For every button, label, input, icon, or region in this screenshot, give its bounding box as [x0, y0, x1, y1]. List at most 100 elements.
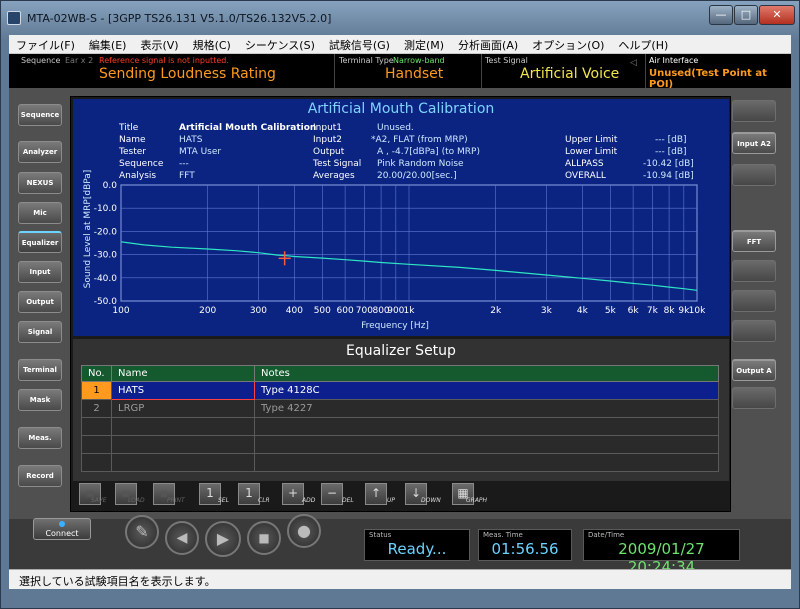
menu-standard[interactable]: 規格(C) [186, 35, 238, 53]
x-tick-label: 400 [286, 306, 303, 316]
up-arrow-icon[interactable]: ↑ [365, 483, 387, 505]
menu-analysis[interactable]: 分析画面(A) [451, 35, 525, 53]
row-name [111, 453, 255, 472]
x-tick-label: 3k [541, 306, 553, 316]
signal-value: Artificial Voice [520, 66, 620, 82]
table-row[interactable] [81, 435, 719, 454]
output-a-button[interactable]: Output A [732, 359, 776, 381]
sequence-header: Sequence [21, 56, 61, 65]
row-name [111, 435, 255, 454]
row-notes: Type 4128C [254, 381, 719, 400]
y-tick-label: -10.0 [94, 204, 118, 214]
maximize-button[interactable]: □ [734, 5, 758, 25]
right-slot-5[interactable] [732, 260, 776, 282]
menu-options[interactable]: オプション(O) [525, 35, 611, 53]
signal-header: Test Signal [485, 56, 528, 65]
sequence-button[interactable]: Sequence [18, 104, 62, 126]
equalizer-button[interactable]: Equalizer [18, 231, 62, 253]
meas-time-value: 01:56.56 [491, 540, 559, 558]
minimize-button[interactable]: — [709, 5, 733, 25]
menu-test-signal[interactable]: 試験信号(G) [322, 35, 397, 53]
clr-button[interactable]: 1 [238, 483, 260, 505]
mask-button[interactable]: Mask [18, 389, 62, 411]
close-button[interactable]: ✕ [759, 5, 795, 25]
status-value: Ready... [387, 540, 447, 558]
connect-button[interactable]: Connect [33, 518, 91, 540]
menu-file[interactable]: ファイル(F) [9, 35, 82, 53]
row-notes [254, 417, 719, 436]
terminal-header: Terminal Type [339, 56, 394, 65]
app-window: MTA-02WB-S - [3GPP TS26.131 V5.1.0/TS26.… [0, 0, 800, 609]
row-notes: Type 4227 [254, 399, 719, 418]
speaker-icon[interactable]: ◀ [165, 521, 199, 555]
right-slot-7[interactable] [732, 320, 776, 342]
del-label: DEL [342, 497, 354, 504]
menu-measure[interactable]: 測定(M) [397, 35, 451, 53]
play-icon[interactable]: ▶ [205, 521, 241, 557]
mic-icon[interactable]: ✎ [125, 515, 159, 549]
x-tick-label: 2k [490, 306, 502, 316]
x-tick-label: 8k [664, 306, 676, 316]
output-button[interactable]: Output [18, 291, 62, 313]
table-row[interactable] [81, 453, 719, 472]
x-tick-label: 300 [250, 306, 267, 316]
row-name: LRGP [111, 399, 255, 418]
graph-label: GRAPH [466, 497, 488, 504]
signal-button[interactable]: Signal [18, 321, 62, 343]
record-button[interactable]: Record [18, 465, 62, 487]
row-no: 1 [81, 381, 112, 400]
row-name [111, 417, 255, 436]
app-icon [7, 11, 21, 25]
fft-button[interactable]: FFT [732, 230, 776, 252]
connect-led-icon [59, 521, 65, 527]
reference-warning: Reference signal is not inputted. [99, 56, 229, 65]
record-icon[interactable]: ● [287, 514, 321, 548]
menu-help[interactable]: ヘルプ(H) [611, 35, 675, 53]
menu-edit[interactable]: 編集(E) [82, 35, 134, 53]
menu-view[interactable]: 表示(V) [133, 35, 185, 53]
analyzer-button[interactable]: Analyzer [18, 141, 62, 163]
x-tick-label: 500 [314, 306, 331, 316]
meas-button[interactable]: Meas. [18, 427, 62, 449]
x-tick-label: 7k [647, 306, 659, 316]
row-name: HATS [111, 381, 255, 400]
menu-sequence[interactable]: シーケンス(S) [238, 35, 322, 53]
table-row[interactable]: 2 LRGP Type 4227 [81, 399, 719, 418]
date-time-box: Date/Time 2009/01/27 20:24:34 [583, 529, 740, 576]
x-tick-label: 1k [404, 306, 416, 316]
table-row[interactable]: 1 HATS Type 4128C [81, 381, 719, 400]
right-slot-9[interactable] [732, 387, 776, 409]
del-icon[interactable]: − [321, 483, 343, 505]
add-icon[interactable]: + [282, 483, 304, 505]
y-tick-label: -20.0 [94, 227, 118, 237]
col-header-no: No. [81, 365, 112, 382]
info-bar: Sequence Ear x 2 Reference signal is not… [9, 54, 791, 90]
input-a2-button[interactable]: Input A2 [732, 132, 776, 154]
title-bar: MTA-02WB-S - [3GPP TS26.131 V5.1.0/TS26.… [1, 1, 799, 35]
y-axis-label: Sound Level at MRP[dBPa] [83, 170, 93, 289]
terminal-button[interactable]: Terminal [18, 359, 62, 381]
right-slot-1[interactable] [732, 100, 776, 122]
connect-label: Connect [45, 529, 79, 538]
frequency-response-chart[interactable]: 100 200 300 400 500 600 700 800900 1k 2k 3k 4k 5k 6k 7… [73, 99, 729, 336]
x-tick-label: 4k [577, 306, 589, 316]
down-label: DOWN [421, 497, 441, 504]
mic-button[interactable]: Mic [18, 202, 62, 224]
input-button[interactable]: Input [18, 261, 62, 283]
x-tick-label: 10k [689, 306, 706, 316]
right-slot-3[interactable] [732, 164, 776, 186]
graph-panel: Artificial Mouth Calibration Title Artif… [73, 99, 729, 336]
equalizer-setup-panel: Equalizer Setup No. Name Notes 1 HATS Ty… [73, 339, 729, 481]
terminal-value: Handset [385, 66, 444, 82]
stop-icon[interactable]: ■ [247, 521, 281, 555]
right-slot-6[interactable] [732, 290, 776, 312]
table-row[interactable] [81, 417, 719, 436]
air-value: Unused(Test Point at POI) [649, 68, 767, 90]
row-notes [254, 435, 719, 454]
x-tick-label: 5k [605, 306, 617, 316]
nexus-button[interactable]: NEXUS [18, 172, 62, 194]
x-tick-label: 100 [112, 306, 129, 316]
sel-label: SEL [218, 497, 229, 504]
y-tick-label: -30.0 [94, 251, 118, 261]
save-label: SAVE [91, 497, 107, 504]
